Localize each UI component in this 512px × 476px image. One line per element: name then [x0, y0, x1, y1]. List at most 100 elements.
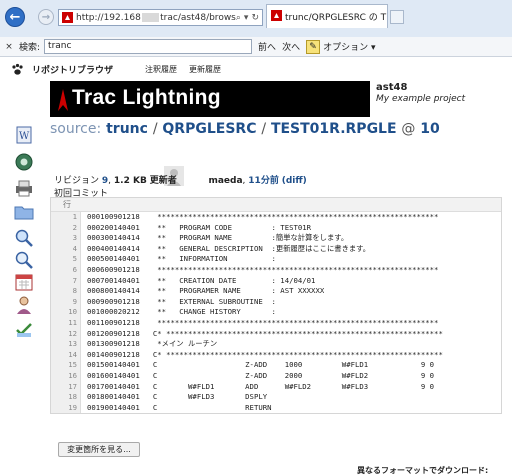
code-text: 001100901218 ***************************… — [87, 317, 439, 327]
line-number-link[interactable]: 1 — [51, 212, 81, 223]
clock-wheel-icon[interactable] — [13, 151, 35, 173]
line-number-link[interactable]: 19 — [51, 402, 81, 414]
path-prefix: source: — [50, 121, 102, 137]
line-number-link[interactable]: 17 — [51, 381, 81, 393]
highlight-pencil-icon[interactable]: ✎ — [306, 39, 321, 54]
nav-revision-log-link[interactable]: 更新履歴 — [189, 64, 221, 75]
code-line: 1 000100901218 **************************… — [51, 212, 501, 223]
path-trunc-link[interactable]: trunc — [106, 121, 148, 137]
refresh-icon[interactable]: ↻ — [251, 13, 259, 23]
trac-main-nav: リポジトリブラウザ 注釈履歴 更新履歴 — [10, 61, 480, 77]
line-number-link[interactable]: 3 — [51, 233, 81, 244]
nav-annotate-link[interactable]: 注釈履歴 — [145, 64, 177, 75]
code-line: 8 000800140414 ** PROGRAMER NAME : AST XX… — [51, 286, 501, 297]
file-size: 1.2 KB — [113, 176, 147, 186]
printer-icon[interactable] — [13, 177, 35, 199]
author-label: 更新者 — [149, 176, 177, 186]
code-line: 19 001900140401 C RETURN — [51, 402, 501, 414]
diff-link[interactable]: (diff) — [282, 176, 307, 186]
line-number-link[interactable]: 7 — [51, 275, 81, 287]
left-shortcut-bar: W — [0, 57, 40, 474]
address-bar[interactable]: http://192.168 trac/ast48/brows ⌕ ▾ ↻ — [58, 9, 263, 26]
find-prev-button[interactable]: 前へ — [258, 40, 276, 53]
line-number-link[interactable]: 11 — [51, 317, 81, 329]
search-zoom-icon[interactable] — [13, 249, 35, 271]
find-next-button[interactable]: 次へ — [282, 40, 300, 53]
folder-icon[interactable] — [13, 201, 35, 223]
age-link[interactable]: 11分前 — [248, 176, 279, 186]
code-line: 16 001600140401 C Z-ADD 2000 W#FLD2 9 0 — [51, 370, 501, 382]
path-dir-link[interactable]: QRPGLESRC — [162, 121, 256, 137]
view-changes-button[interactable]: 変更箇所を見る... — [58, 442, 140, 457]
browser-toolbar: ← → http://192.168 trac/ast48/brows ⌕ ▾ … — [0, 0, 512, 37]
trac-tab-favicon-icon — [271, 9, 282, 24]
code-text: 001500140401 C Z-ADD 1000 W#FLD1 9 0 — [87, 360, 435, 370]
line-number-link[interactable]: 9 — [51, 296, 81, 308]
code-line: 11 001100901218 *************************… — [51, 317, 501, 329]
forward-button[interactable]: → — [38, 9, 54, 25]
code-line: 2 000200140401 ** PROGRAM CODE : TEST01R — [51, 222, 501, 234]
source-path: source: trunc / QRPGLESRC / TEST01R.RPGL… — [50, 121, 440, 137]
line-number-link[interactable]: 14 — [51, 349, 81, 361]
code-line: 17 001700140401 C W#FLD1 ADD W#FLD2 W#FLD… — [51, 381, 501, 393]
line-number-link[interactable]: 10 — [51, 307, 81, 318]
path-file-link[interactable]: TEST01R.RPGLE — [271, 121, 397, 137]
code-line: 7 000700140401 ** CREATION DATE : 14/04/0… — [51, 275, 501, 287]
line-number-link[interactable]: 18 — [51, 392, 81, 403]
code-text: 001700140401 C W#FLD1 ADD W#FLD2 W#FLD3 … — [87, 381, 435, 391]
code-text: 001000020212 ** CHANGE HISTORY : — [87, 307, 276, 317]
checklist-icon[interactable] — [13, 319, 35, 341]
line-number-link[interactable]: 6 — [51, 264, 81, 276]
author-name: maeda — [208, 176, 243, 186]
line-number-link[interactable]: 12 — [51, 328, 81, 340]
url-prefix: http://192.168 — [76, 12, 141, 23]
chevron-down-icon[interactable]: ▾ — [244, 13, 249, 23]
code-text: 001400901218 C* ************************… — [87, 349, 443, 359]
code-text: 000100901218 ***************************… — [87, 212, 439, 221]
code-text: 000200140401 ** PROGRAM CODE : TEST01R — [87, 222, 312, 232]
code-line: 18 001800140401 C W#FLD3 DSPLY — [51, 392, 501, 403]
code-text: 000300140414 ** PROGRAM NAME :簡単な計算をします。 — [87, 233, 349, 243]
code-text: 000500140401 ** INFORMATION : — [87, 254, 276, 264]
project-name: ast48 — [376, 82, 408, 93]
code-line: 14 001400901218 C* **********************… — [51, 349, 501, 361]
trac-banner[interactable]: Trac Lightning — [50, 81, 370, 117]
line-number-link[interactable]: 13 — [51, 339, 81, 350]
trac-logo-icon — [58, 89, 68, 111]
nav-repository-browser[interactable]: リポジトリブラウザ — [32, 63, 113, 76]
svg-text:W: W — [19, 131, 30, 142]
line-number-link[interactable]: 16 — [51, 370, 81, 382]
code-line: 6 000600901218 **************************… — [51, 264, 501, 276]
code-line: 5 000500140401 ** INFORMATION : — [51, 254, 501, 265]
new-tab-button[interactable] — [390, 10, 404, 24]
trac-favicon-icon — [62, 12, 73, 23]
find-input[interactable]: tranc — [44, 39, 253, 54]
search-icon[interactable]: ⌕ — [236, 13, 241, 23]
code-line: 4 000400140414 ** GENERAL DESCRIPTION :更新… — [51, 243, 501, 255]
magnifier-icon[interactable] — [13, 227, 35, 249]
word-document-icon[interactable]: W — [13, 124, 35, 146]
line-number-link[interactable]: 8 — [51, 286, 81, 297]
revision-label: リビジョン — [54, 176, 100, 186]
revision-info: リビジョン 9, 1.2 KB 更新者 maeda, 11分前 (diff) — [54, 176, 307, 186]
find-options-button[interactable]: オプション ▾ — [323, 40, 375, 53]
back-button[interactable]: ← — [5, 7, 25, 27]
paw-icon — [10, 62, 24, 76]
code-line: 15 001500140401 C Z-ADD 1000 W#FLD1 9 0 — [51, 360, 501, 371]
close-find-icon[interactable]: × — [2, 42, 16, 52]
path-rev-link[interactable]: 10 — [420, 121, 439, 137]
line-number-link[interactable]: 2 — [51, 222, 81, 234]
line-number-link[interactable]: 15 — [51, 360, 81, 371]
tab-current[interactable]: trunc/QRPGLESRC の TE... × — [266, 4, 388, 28]
line-number-link[interactable]: 4 — [51, 243, 81, 255]
project-info: ast48 My example project — [376, 82, 465, 104]
project-description: My example project — [376, 94, 466, 104]
banner-title: Trac Lightning — [72, 86, 221, 109]
url-suffix: trac/ast48/brows — [160, 12, 236, 23]
user-person-icon[interactable] — [13, 294, 35, 316]
code-text: 001600140401 C Z-ADD 2000 W#FLD2 9 0 — [87, 370, 435, 380]
calendar-icon[interactable] — [13, 271, 35, 293]
line-number-link[interactable]: 5 — [51, 254, 81, 265]
find-bar: × 検索: tranc 前へ 次へ ✎ オプション ▾ — [0, 37, 512, 57]
redacted-url-part — [141, 13, 160, 22]
